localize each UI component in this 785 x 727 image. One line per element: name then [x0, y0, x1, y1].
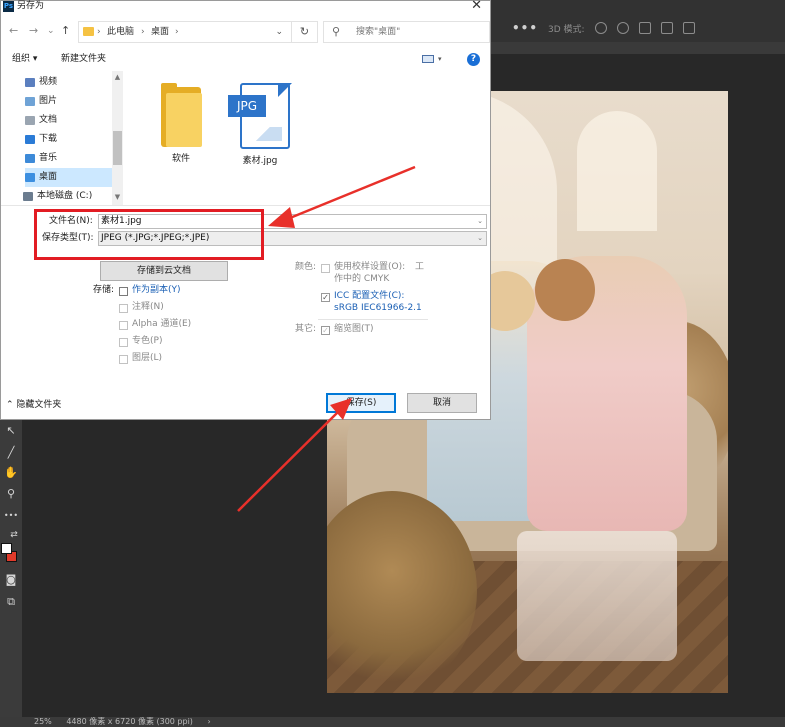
- arrow-to-save-button: [237, 398, 352, 512]
- arrow-to-filename-fields: [268, 165, 416, 228]
- screen: ••• 3D 模式: ↖ ╱ ✋ ⚲ ••• ⇄ ◙ ⧉ 25% 4480 像素…: [0, 0, 785, 727]
- annotation-arrows: [237, 165, 416, 512]
